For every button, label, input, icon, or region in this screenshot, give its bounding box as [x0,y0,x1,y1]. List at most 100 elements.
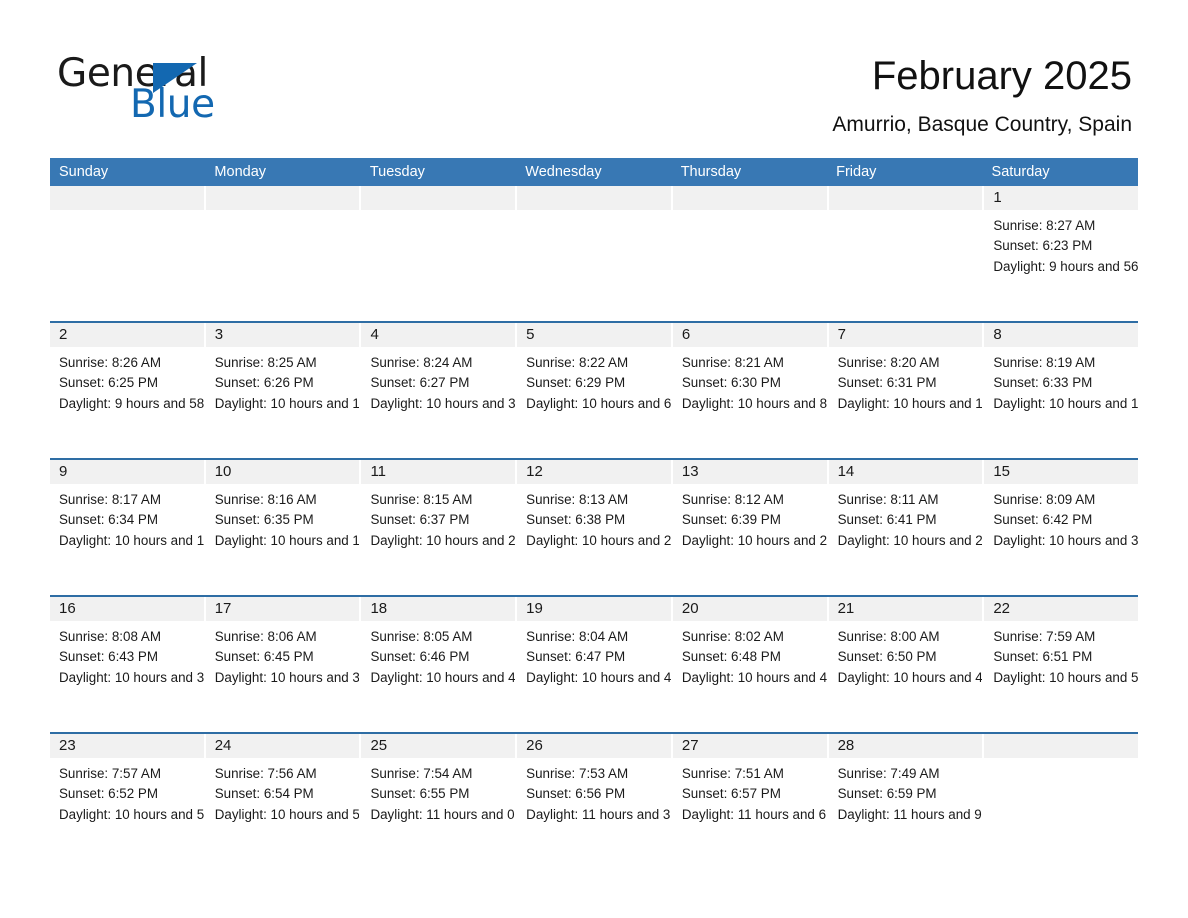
day-number: 26 [517,734,671,758]
page-title: February 2025 [871,54,1132,98]
sunrise-text: Sunrise: 8:09 AM [993,492,1096,507]
daylight-text: Daylight: 10 hours and 52 minutes. [993,669,1139,685]
day-number: 7 [828,323,983,347]
sunrise-text: Sunrise: 8:20 AM [837,355,940,370]
daylight-text: Daylight: 10 hours and 24 minutes. [526,532,672,548]
day-info: Sunrise: 7:51 AM Sunset: 6:57 PM Daylight:… [673,758,827,825]
day-info: Sunrise: 8:26 AM Sunset: 6:25 PM Daylight:… [50,347,204,414]
sunset-text: Sunset: 6:45 PM [214,649,314,665]
day-number: 6 [672,323,827,347]
calendar-day-cell[interactable]: 1 Sunrise: 8:27 AM Sunset: 6:23 PM Daylight… [984,186,1139,314]
calendar-cell-empty [517,186,673,314]
sunrise-text: Sunrise: 8:19 AM [993,355,1096,370]
calendar-day-cell[interactable]: 14 Sunrise: 8:11 AM Sunset: 6:41 PM Dayligh… [828,460,985,588]
calendar-day-cell[interactable]: 27 Sunrise: 7:51 AM Sunset: 6:57 PM Dayligh… [672,734,829,862]
sunset-text: Sunset: 6:27 PM [370,375,470,391]
calendar-day-cell[interactable]: 25 Sunrise: 7:54 AM Sunset: 6:55 PM Dayligh… [361,734,518,862]
calendar-day-cell[interactable]: 16 Sunrise: 8:08 AM Sunset: 6:43 PM Dayligh… [50,597,206,725]
daylight-text: Daylight: 9 hours and 58 minutes. [59,395,205,411]
day-info: Sunrise: 8:27 AM Sunset: 6:23 PM Daylight:… [984,210,1138,277]
page-header: General Blue February 2025 Amurrio, Basq… [0,0,1188,155]
calendar-day-cell[interactable]: 7 Sunrise: 8:20 AM Sunset: 6:31 PM Daylight… [828,323,985,451]
calendar-day-cell[interactable]: 22 Sunrise: 7:59 AM Sunset: 6:51 PM Dayligh… [984,597,1139,725]
calendar-day-cell[interactable]: 17 Sunrise: 8:06 AM Sunset: 6:45 PM Dayligh… [205,597,362,725]
day-number [828,186,983,210]
day-info: Sunrise: 8:17 AM Sunset: 6:34 PM Daylight:… [50,484,204,551]
calendar-day-cell[interactable]: 20 Sunrise: 8:02 AM Sunset: 6:48 PM Dayligh… [672,597,829,725]
weekday-header-wednesday: Wednesday [525,164,602,180]
day-number: 21 [828,597,983,621]
sunrise-text: Sunrise: 8:13 AM [526,492,629,507]
daylight-text: Daylight: 10 hours and 40 minutes. [370,669,516,685]
day-info: Sunrise: 8:20 AM Sunset: 6:31 PM Daylight:… [829,347,983,414]
sunset-text: Sunset: 6:39 PM [681,512,781,528]
sunset-text: Sunset: 6:35 PM [214,512,314,528]
day-info: Sunrise: 8:11 AM Sunset: 6:41 PM Daylight:… [829,484,983,551]
weekday-header-monday: Monday [214,164,267,180]
daylight-text: Daylight: 10 hours and 38 minutes. [214,669,360,685]
calendar-day-cell[interactable]: 9 Sunrise: 8:17 AM Sunset: 6:34 PM Daylight… [50,460,206,588]
day-info: Sunrise: 8:24 AM Sunset: 6:27 PM Daylight:… [361,347,515,414]
calendar-day-cell[interactable]: 24 Sunrise: 7:56 AM Sunset: 6:54 PM Dayligh… [205,734,362,862]
sunset-text: Sunset: 6:31 PM [837,375,937,391]
daylight-text: Daylight: 10 hours and 35 minutes. [59,669,205,685]
calendar-week-row: 16 Sunrise: 8:08 AM Sunset: 6:43 PM Dayligh… [50,595,1139,725]
daylight-text: Daylight: 10 hours and 29 minutes. [837,532,983,548]
calendar-day-cell[interactable]: 12 Sunrise: 8:13 AM Sunset: 6:38 PM Dayligh… [517,460,673,588]
calendar-day-cell[interactable]: 13 Sunrise: 8:12 AM Sunset: 6:39 PM Dayligh… [672,460,829,588]
sunset-text: Sunset: 6:43 PM [59,649,158,665]
calendar-day-cell[interactable]: 28 Sunrise: 7:49 AM Sunset: 6:59 PM Dayligh… [828,734,985,862]
sunset-text: Sunset: 6:29 PM [526,375,626,391]
calendar-day-cell[interactable]: 15 Sunrise: 8:09 AM Sunset: 6:42 PM Dayligh… [984,460,1139,588]
sunset-text: Sunset: 6:54 PM [214,786,314,802]
calendar-day-cell[interactable]: 8 Sunrise: 8:19 AM Sunset: 6:33 PM Daylight… [984,323,1139,451]
sunset-text: Sunset: 6:52 PM [59,786,158,802]
day-info: Sunrise: 8:12 AM Sunset: 6:39 PM Daylight:… [673,484,827,551]
sunset-text: Sunset: 6:51 PM [993,649,1093,665]
calendar-day-cell[interactable]: 3 Sunrise: 8:25 AM Sunset: 6:26 PM Daylight… [205,323,362,451]
sunset-text: Sunset: 6:41 PM [837,512,937,528]
weekday-header-sunday: Sunday [59,164,109,180]
daylight-text: Daylight: 10 hours and 3 minutes. [370,395,516,411]
calendar-day-cell[interactable]: 4 Sunrise: 8:24 AM Sunset: 6:27 PM Daylight… [361,323,518,451]
weekday-header-row: Sunday Monday Tuesday Wednesday Thursday… [50,158,1138,186]
calendar-day-cell[interactable]: 11 Sunrise: 8:15 AM Sunset: 6:37 PM Dayligh… [361,460,518,588]
day-number [517,186,671,210]
daylight-text: Daylight: 10 hours and 19 minutes. [214,532,360,548]
day-number: 9 [50,460,204,484]
sunset-text: Sunset: 6:47 PM [526,649,626,665]
calendar-day-cell[interactable]: 10 Sunrise: 8:16 AM Sunset: 6:35 PM Dayligh… [205,460,362,588]
day-number: 10 [205,460,360,484]
day-info: Sunrise: 7:53 AM Sunset: 6:56 PM Daylight:… [517,758,671,825]
calendar-day-cell[interactable]: 6 Sunrise: 8:21 AM Sunset: 6:30 PM Daylight… [672,323,829,451]
calendar-cell-empty [50,186,206,314]
calendar-day-cell[interactable]: 5 Sunrise: 8:22 AM Sunset: 6:29 PM Daylight… [517,323,673,451]
daylight-text: Daylight: 11 hours and 9 minutes. [837,806,983,822]
sunrise-text: Sunrise: 8:17 AM [59,492,161,507]
sunrise-text: Sunrise: 8:05 AM [370,629,473,644]
calendar-day-cell[interactable]: 23 Sunrise: 7:57 AM Sunset: 6:52 PM Dayligh… [50,734,206,862]
day-info: Sunrise: 7:54 AM Sunset: 6:55 PM Daylight:… [361,758,515,825]
day-number: 3 [205,323,360,347]
calendar-day-cell[interactable]: 21 Sunrise: 8:00 AM Sunset: 6:50 PM Dayligh… [828,597,985,725]
calendar-day-cell[interactable]: 26 Sunrise: 7:53 AM Sunset: 6:56 PM Dayligh… [517,734,673,862]
sunset-text: Sunset: 6:59 PM [837,786,937,802]
calendar-day-cell[interactable]: 2 Sunrise: 8:26 AM Sunset: 6:25 PM Daylight… [50,323,206,451]
day-number: 20 [672,597,827,621]
day-info: Sunrise: 8:02 AM Sunset: 6:48 PM Daylight:… [673,621,827,688]
daylight-text: Daylight: 10 hours and 11 minutes. [837,395,983,411]
calendar-day-cell[interactable]: 19 Sunrise: 8:04 AM Sunset: 6:47 PM Dayligh… [517,597,673,725]
general-blue-logo[interactable]: General Blue [57,52,247,127]
sunrise-text: Sunrise: 7:54 AM [370,766,473,781]
daylight-text: Daylight: 9 hours and 56 minutes. [993,258,1139,274]
sunrise-text: Sunrise: 7:56 AM [214,766,317,781]
day-number: 14 [828,460,983,484]
day-info: Sunrise: 8:05 AM Sunset: 6:46 PM Daylight:… [361,621,515,688]
calendar-day-cell[interactable]: 18 Sunrise: 8:05 AM Sunset: 6:46 PM Dayligh… [361,597,518,725]
calendar-cell-empty [361,186,518,314]
daylight-text: Daylight: 11 hours and 6 minutes. [681,806,827,822]
daylight-text: Daylight: 11 hours and 3 minutes. [526,806,671,822]
sunset-text: Sunset: 6:57 PM [681,786,781,802]
day-number: 27 [672,734,827,758]
day-info: Sunrise: 8:00 AM Sunset: 6:50 PM Daylight:… [829,621,983,688]
